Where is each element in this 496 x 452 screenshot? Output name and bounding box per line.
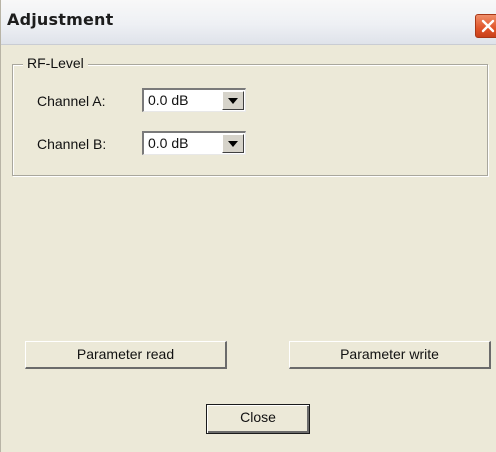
channel-a-value: 0.0 dB — [148, 92, 189, 108]
channel-a-label: Channel A: — [37, 93, 106, 109]
adjustment-dialog: Adjustment RF-Level Channel A: 0.0 dB Ch… — [0, 0, 496, 452]
window-title: Adjustment — [7, 10, 114, 29]
rf-level-groupbox — [12, 64, 488, 176]
rf-level-legend: RF-Level — [23, 55, 88, 71]
channel-a-select[interactable]: 0.0 dB — [142, 88, 246, 112]
parameter-write-button[interactable]: Parameter write — [289, 341, 491, 369]
title-bar[interactable]: Adjustment — [1, 0, 496, 45]
close-icon[interactable] — [475, 14, 496, 38]
close-button[interactable]: Close — [206, 404, 310, 434]
channel-b-label: Channel B: — [37, 136, 107, 152]
chevron-down-icon[interactable] — [222, 91, 244, 110]
channel-b-select[interactable]: 0.0 dB — [142, 131, 246, 155]
parameter-read-button[interactable]: Parameter read — [25, 341, 227, 369]
channel-b-value: 0.0 dB — [148, 135, 189, 151]
chevron-down-icon[interactable] — [222, 134, 244, 153]
